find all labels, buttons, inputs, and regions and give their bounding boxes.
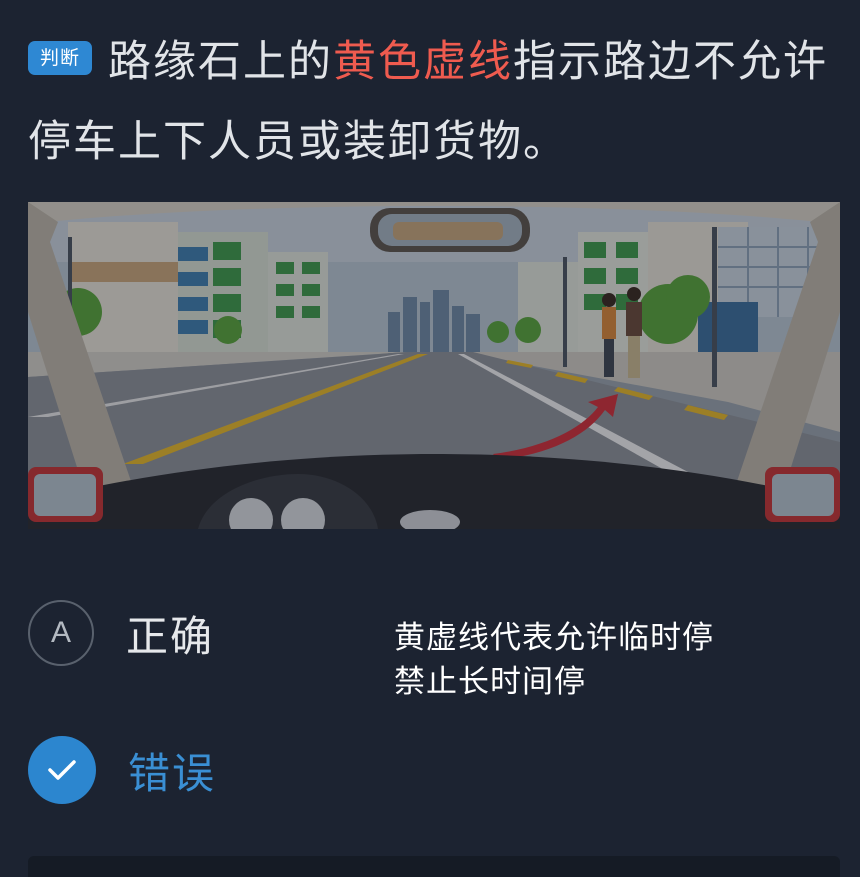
option-a-label: 正确 — [126, 611, 215, 661]
question-page: 判断 路缘石上的黄色虚线指示路边不允许停车上下人员或装卸货物。 A 正确 黄虚线… — [0, 0, 860, 877]
question-text-before: 路缘石上的 — [108, 37, 334, 87]
bottom-panel — [28, 856, 840, 877]
answer-note: 黄虚线代表允许临时停 禁止长时间停 — [394, 616, 714, 704]
check-icon — [28, 736, 96, 804]
option-a[interactable]: A 正确 — [28, 598, 214, 668]
option-b-label: 错误 — [128, 748, 217, 798]
driver-view-road-scene-image — [28, 202, 840, 529]
option-b[interactable]: 错误 — [28, 735, 216, 805]
answer-note-line-1: 黄虚线代表允许临时停 — [394, 620, 714, 656]
question-text-highlight: 黄色虚线 — [333, 37, 514, 87]
question-text: 判断 路缘石上的黄色虚线指示路边不允许停车上下人员或装卸货物。 — [28, 22, 840, 182]
question-type-badge: 判断 — [28, 41, 93, 75]
answer-note-line-2: 禁止长时间停 — [394, 664, 586, 700]
question-illustration — [28, 202, 840, 529]
option-a-letter: A — [28, 600, 94, 666]
